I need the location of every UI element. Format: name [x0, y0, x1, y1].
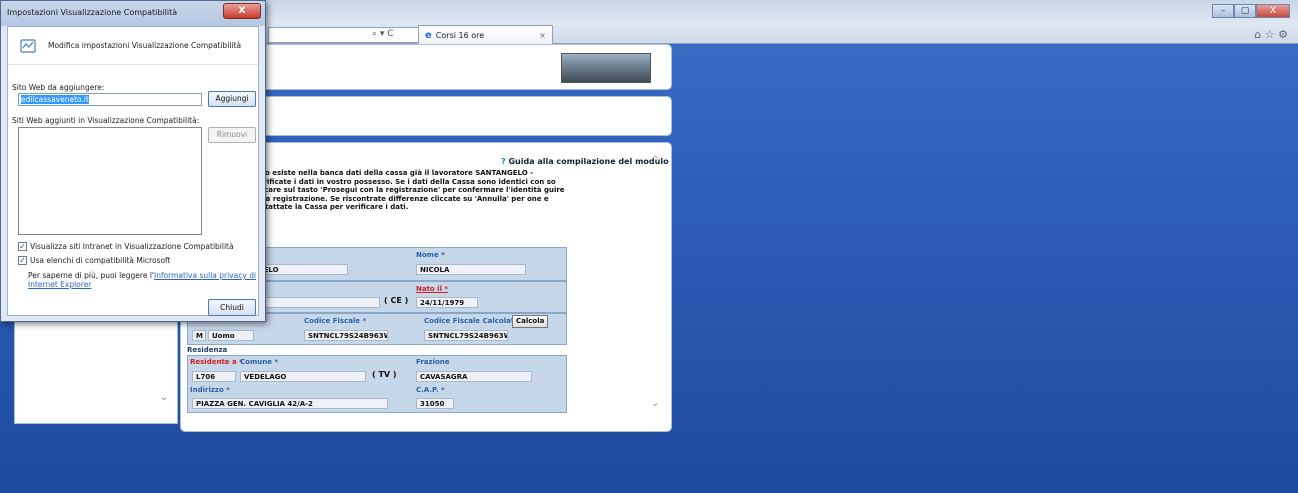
frazione-label: Frazione	[416, 358, 450, 366]
added-sites-label: Siti Web aggiunti in Visualizzazione Com…	[12, 116, 200, 125]
microsoft-lists-checkbox-label: Usa elenchi di compatibilità Microsoft	[30, 256, 171, 265]
added-sites-list[interactable]	[18, 127, 202, 235]
dialog-body: Modifica impostazioni Visualizzazione Co…	[7, 26, 259, 316]
nome-label: Nome *	[416, 251, 445, 259]
dialog-title: Impostazioni Visualizzazione Compatibili…	[7, 8, 178, 17]
nato-a-field[interactable]: TA	[248, 297, 380, 308]
checkmark-icon[interactable]: ✓	[18, 242, 27, 251]
microsoft-lists-checkbox[interactable]: ✓ Usa elenchi di compatibilità Microsoft	[18, 256, 170, 265]
indirizzo-field[interactable]: PIAZZA GEN. CAVIGLIA 42/A-2	[192, 398, 388, 409]
cf-field[interactable]: SNTNCL79S24B963W	[304, 330, 388, 341]
residence-block: Residente a * Comune * Frazione L706 VED…	[187, 355, 567, 413]
chevron-down-icon[interactable]: ⌄	[160, 392, 168, 403]
site-to-add-label: Sito Web da aggiungere:	[12, 83, 105, 92]
residente-a-label: Residente a *	[190, 358, 243, 366]
indirizzo-label: Indirizzo *	[190, 386, 230, 394]
sesso-code-field[interactable]: M	[192, 330, 206, 341]
dialog-titlebar: Impostazioni Visualizzazione Compatibili…	[1, 1, 265, 26]
frazione-field[interactable]: CAVASAGRA	[416, 371, 532, 382]
remove-button[interactable]: Rimuovi	[208, 127, 256, 143]
cap-field[interactable]: 31050	[416, 398, 454, 409]
nato-il-label: Nato il *	[416, 285, 449, 293]
tab-close-icon[interactable]: ×	[539, 31, 546, 40]
intranet-checkbox-label: Visualizza siti Intranet in Visualizzazi…	[30, 242, 234, 251]
guide-link[interactable]: ? Guida alla compilazione del modulo	[501, 157, 669, 166]
tab-title: Corsi 16 ore	[435, 30, 485, 40]
cf-calc-field[interactable]: SNTNCL79S24B963W	[424, 330, 508, 341]
help-icon: ?	[501, 157, 506, 166]
comune-prov: ( TV )	[372, 370, 397, 379]
comune-code-field[interactable]: L706	[192, 371, 236, 382]
ie-logo-icon: e	[425, 29, 432, 41]
comune-field[interactable]: VEDELAGO	[240, 371, 366, 382]
privacy-text: Per saperne di più, puoi leggere l'Infor…	[28, 271, 258, 289]
maximize-button[interactable]: ▢	[1234, 4, 1256, 18]
cf-label: Codice Fiscale *	[304, 317, 367, 325]
site-to-add-value: edilcassaveneto.it	[21, 95, 89, 104]
nato-prov: ( CE )	[384, 296, 409, 305]
intranet-checkbox[interactable]: ✓ Visualizza siti Intranet in Visualizza…	[18, 242, 234, 251]
chevron-down-icon[interactable]: ⌄	[651, 398, 659, 409]
dialog-header: Modifica impostazioni Visualizzazione Co…	[8, 27, 258, 65]
browser-tab[interactable]: e Corsi 16 ore ×	[418, 25, 553, 44]
sesso-field[interactable]: Uomo	[208, 330, 254, 341]
dialog-close-button[interactable]: X	[223, 3, 261, 19]
info-message: erito esiste nella banca dati della cass…	[251, 169, 565, 211]
window-close-button[interactable]: X	[1256, 4, 1290, 18]
chevron-up-icon[interactable]: ^	[651, 155, 659, 166]
dialog-header-text: Modifica impostazioni Visualizzazione Co…	[48, 41, 242, 50]
compatibility-view-icon	[20, 38, 36, 54]
privacy-prefix: Per saperne di più, puoi leggere l'	[28, 271, 154, 280]
header-photo	[561, 53, 651, 83]
minimize-button[interactable]: –	[1212, 4, 1234, 18]
window-controls: – ▢ X	[1212, 4, 1290, 18]
add-button[interactable]: Aggiungi	[208, 91, 256, 107]
calcola-button[interactable]: Calcola	[512, 315, 549, 328]
checkmark-icon[interactable]: ✓	[18, 256, 27, 265]
site-to-add-input[interactable]: edilcassaveneto.it	[18, 93, 202, 106]
residenza-section-title: Residenza	[187, 346, 228, 354]
close-button[interactable]: Chiudi	[208, 299, 256, 316]
nato-il-field[interactable]: 24/11/1979	[416, 297, 478, 308]
home-favorites-settings-icons[interactable]: ⌂ ☆ ⚙	[1254, 28, 1288, 41]
search-refresh-icons[interactable]: ⌕ ▾ C	[372, 29, 394, 39]
guide-label: Guida alla compilazione del modulo	[508, 157, 669, 166]
cap-label: C.A.P. *	[416, 386, 445, 394]
comune-label: Comune *	[240, 358, 279, 366]
compatibility-view-dialog: Impostazioni Visualizzazione Compatibili…	[0, 0, 266, 322]
nome-field[interactable]: NICOLA	[416, 264, 526, 275]
cf-calc-label: Codice Fiscale Calcolato	[424, 317, 519, 325]
